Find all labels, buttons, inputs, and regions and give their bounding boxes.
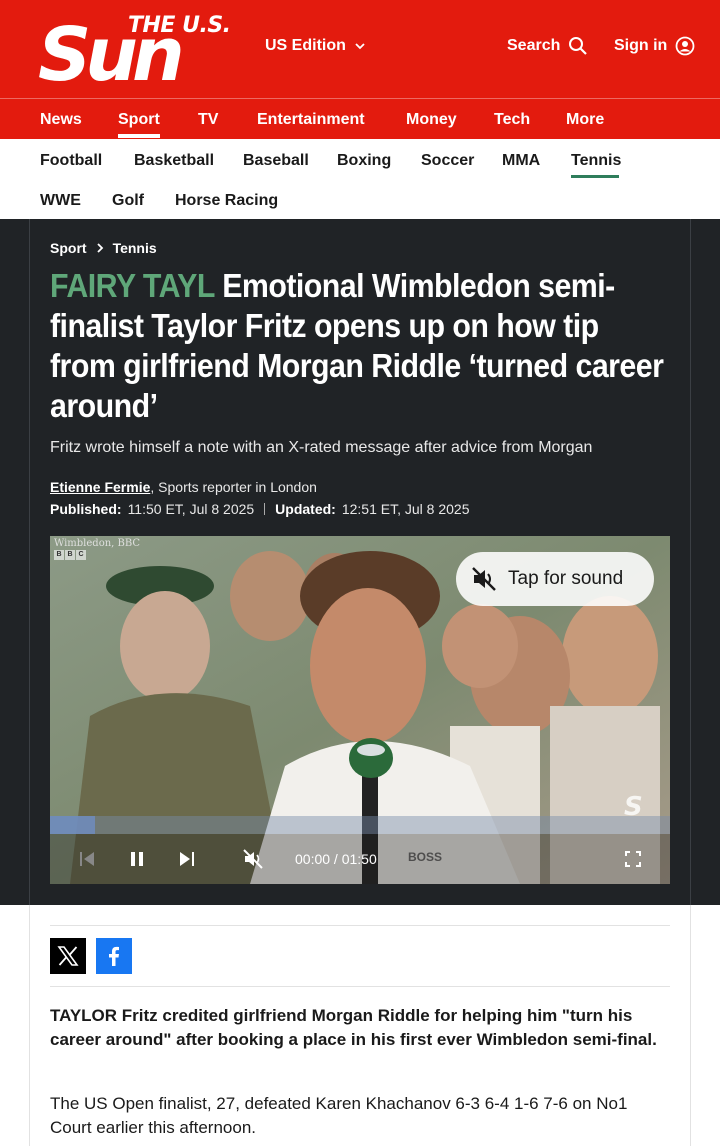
facebook-logo-icon	[109, 946, 119, 966]
chevron-down-icon	[355, 43, 365, 50]
sport-sub-nav: Football Basketball Baseball Boxing Socc…	[0, 139, 720, 219]
author-role: , Sports reporter in London	[150, 479, 317, 495]
search-label: Search	[507, 37, 561, 54]
subnav-item-soccer[interactable]: Soccer	[421, 151, 474, 171]
date-separator	[264, 503, 266, 515]
breadcrumb-tennis[interactable]: Tennis	[113, 240, 157, 256]
sign-in-label: Sign in	[614, 37, 668, 54]
masthead: Sun THE U.S. US Edition Search Sign in	[0, 0, 720, 98]
video-controls: 00:00 / 01:50 BOSS	[50, 834, 670, 884]
article-paragraph: The US Open finalist, 27, defeated Karen…	[50, 1094, 628, 1137]
search-button[interactable]: Search	[507, 36, 588, 56]
broadcast-watermark: Wimbledon, BBC	[54, 538, 141, 549]
subnav-item-horse-racing[interactable]: Horse Racing	[175, 191, 278, 211]
bbc-logo: BBC	[54, 550, 86, 560]
breadcrumb: Sport Tennis	[50, 240, 157, 256]
logo-edition-text: THE U.S.	[128, 13, 231, 38]
skip-forward-icon[interactable]	[176, 848, 198, 870]
byline: Etienne Fermie, Sports reporter in Londo…	[50, 478, 317, 496]
muted-speaker-icon	[472, 567, 496, 591]
nav-item-entertainment[interactable]: Entertainment	[257, 110, 365, 130]
edition-label: US Edition	[265, 37, 346, 54]
tap-for-sound-button[interactable]: Tap for sound	[456, 552, 654, 606]
active-section-indicator	[118, 134, 160, 138]
mute-toggle-icon[interactable]	[242, 848, 264, 870]
author-link[interactable]: Etienne Fermie	[50, 479, 150, 495]
user-circle-icon	[675, 36, 695, 56]
active-subnav-indicator	[571, 175, 619, 178]
video-time-display: 00:00 / 01:50	[295, 851, 377, 867]
updated-value: 12:51 ET, Jul 8 2025	[341, 501, 470, 517]
article-lede: TAYLOR Fritz credited girlfriend Morgan …	[50, 1006, 657, 1049]
the-us-sun-logo[interactable]: Sun THE U.S.	[38, 12, 250, 93]
tap-for-sound-label: Tap for sound	[508, 568, 624, 589]
share-on-facebook-button[interactable]	[96, 938, 132, 974]
section-nav: News Sport TV Entertainment Money Tech M…	[0, 98, 720, 139]
subnav-item-boxing[interactable]: Boxing	[337, 151, 391, 171]
skip-back-icon[interactable]	[76, 848, 98, 870]
subnav-item-football[interactable]: Football	[40, 151, 102, 171]
sponsor-board-text: BOSS	[408, 850, 443, 864]
nav-item-news[interactable]: News	[40, 110, 82, 130]
subnav-item-wwe[interactable]: WWE	[40, 191, 81, 211]
x-logo-icon	[57, 946, 79, 966]
share-on-x-button[interactable]	[50, 938, 86, 974]
nav-item-tech[interactable]: Tech	[494, 110, 530, 130]
search-icon	[569, 37, 588, 55]
subnav-item-golf[interactable]: Golf	[112, 191, 144, 211]
article-standfirst: Fritz wrote himself a note with an X-rat…	[50, 439, 593, 456]
edition-selector[interactable]: US Edition	[265, 37, 366, 55]
subnav-item-basketball[interactable]: Basketball	[134, 151, 214, 171]
share-divider-bottom	[50, 986, 670, 987]
subnav-item-baseball[interactable]: Baseball	[243, 151, 309, 171]
headline-kicker: FAIRY TAYL	[50, 267, 215, 304]
video-progress-fill	[50, 816, 95, 834]
nav-item-tv[interactable]: TV	[198, 110, 218, 130]
nav-item-money[interactable]: Money	[406, 110, 457, 130]
subnav-item-mma[interactable]: MMA	[502, 151, 540, 171]
chevron-right-icon	[96, 243, 103, 253]
subnav-item-tennis[interactable]: Tennis	[571, 151, 621, 171]
nav-item-sport[interactable]: Sport	[118, 110, 160, 130]
article-dates: Published: 11:50 ET, Jul 8 2025 Updated:…	[50, 500, 470, 518]
published-label: Published:	[50, 501, 122, 517]
pause-icon[interactable]	[126, 848, 148, 870]
video-progress-bar[interactable]	[50, 816, 670, 834]
video-player[interactable]: Wimbledon, BBC BBC Tap for sound S 00:00…	[50, 536, 670, 884]
article-headline: FAIRY TAYL Emotional Wimbledon semi-fina…	[50, 266, 670, 426]
breadcrumb-sport[interactable]: Sport	[50, 240, 87, 256]
sign-in-button[interactable]: Sign in	[614, 36, 695, 56]
fullscreen-icon[interactable]	[622, 848, 644, 870]
share-divider-top	[50, 925, 670, 926]
published-value: 11:50 ET, Jul 8 2025	[127, 501, 255, 517]
nav-item-more[interactable]: More	[566, 110, 604, 130]
updated-label: Updated:	[275, 501, 336, 517]
